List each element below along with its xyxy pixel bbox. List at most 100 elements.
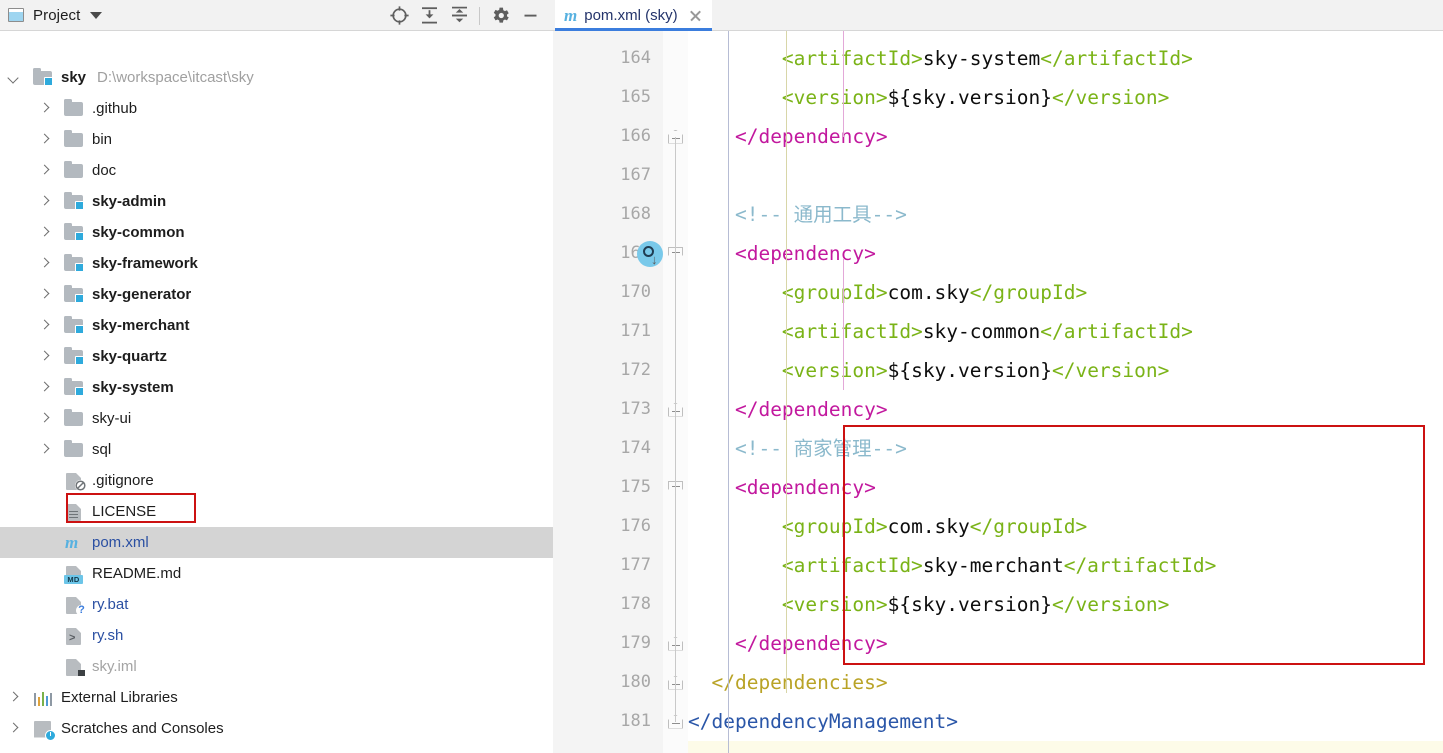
line-number: 171	[581, 312, 651, 351]
code-token: <artifactId>	[782, 47, 923, 70]
code-line[interactable]: <groupId>com.sky</groupId>	[688, 273, 1087, 312]
code-line[interactable]: <artifactId>sky-system</artifactId>	[688, 39, 1193, 78]
project-path: D:\workspace\itcast\sky	[97, 69, 254, 86]
code-token	[688, 671, 711, 694]
chevron-right-icon[interactable]	[8, 723, 19, 734]
code-token: </artifactId>	[1040, 47, 1193, 70]
code-line[interactable]: <version>${sky.version}</version>	[688, 351, 1169, 390]
locate-icon[interactable]	[384, 0, 414, 31]
code-text[interactable]: <groupId>com.sky</groupId> <artifactId>s…	[688, 31, 1443, 753]
maven-download-dependencies-icon[interactable]: ↓	[637, 241, 663, 267]
tree-item-label: .gitignore	[92, 472, 154, 489]
editor-tab-pom-xml[interactable]: m pom.xml (sky)	[555, 0, 712, 31]
tree-item-scratches-and-consoles[interactable]: Scratches and Consoles	[0, 713, 553, 744]
code-line[interactable]: <groupId>com.sky</groupId>	[688, 31, 1087, 39]
line-number: 175	[581, 468, 651, 507]
tree-item-sky-system[interactable]: sky-system	[0, 372, 553, 403]
code-token: </dependency>	[735, 398, 888, 421]
chevron-right-icon[interactable]	[39, 289, 50, 300]
code-line[interactable]: <groupId>com.sky</groupId>	[688, 507, 1087, 546]
code-line[interactable]: <dependency>	[688, 468, 876, 507]
code-line[interactable]: <artifactId>sky-common</artifactId>	[688, 312, 1193, 351]
folder-icon	[63, 440, 85, 460]
chevron-right-icon[interactable]	[39, 320, 50, 331]
tree-item-sky-generator[interactable]: sky-generator	[0, 279, 553, 310]
code-folding-gutter[interactable]	[663, 31, 688, 753]
tree-item-sky[interactable]: skyD:\workspace\itcast\sky	[0, 62, 553, 93]
libraries-icon	[32, 688, 54, 708]
tree-item-label: sky-framework	[92, 255, 198, 272]
chevron-right-icon[interactable]	[39, 196, 50, 207]
chevron-right-icon[interactable]	[39, 382, 50, 393]
tree-spacer	[39, 537, 50, 548]
code-line[interactable]: <!-- 商家管理-->	[688, 429, 907, 468]
gear-icon[interactable]	[485, 0, 515, 31]
code-token: <dependency>	[735, 476, 876, 499]
tree-item-sky-common[interactable]: sky-common	[0, 217, 553, 248]
tree-item-sky-framework[interactable]: sky-framework	[0, 248, 553, 279]
chevron-right-icon[interactable]	[8, 692, 19, 703]
tree-item-sky-admin[interactable]: sky-admin	[0, 186, 553, 217]
tree-item-bin[interactable]: bin	[0, 124, 553, 155]
tree-item-ry-bat[interactable]: ?ry.bat	[0, 589, 553, 620]
markdown-file-icon: MD	[63, 564, 85, 584]
tree-item-label: External Libraries	[61, 689, 178, 706]
module-folder-icon	[63, 316, 85, 336]
minimize-icon[interactable]	[515, 0, 545, 31]
chevron-right-icon[interactable]	[39, 351, 50, 362]
tree-item-label: README.md	[92, 565, 181, 582]
code-line[interactable]: <artifactId>sky-merchant</artifactId>	[688, 546, 1216, 585]
code-line[interactable]: </dependency>	[688, 390, 888, 429]
code-line[interactable]: <dependency>	[688, 234, 876, 273]
code-token	[688, 593, 782, 616]
chevron-right-icon[interactable]	[39, 413, 50, 424]
line-number: 168	[581, 195, 651, 234]
code-line[interactable]: <version>${sky.version}</version>	[688, 585, 1169, 624]
code-token: ${sky.version}	[888, 359, 1052, 382]
code-token: </version>	[1052, 359, 1169, 382]
chevron-right-icon[interactable]	[39, 444, 50, 455]
tree-item-sky-ui[interactable]: sky-ui	[0, 403, 553, 434]
tree-item-github[interactable]: .github	[0, 93, 553, 124]
tree-item-readme-md[interactable]: MD README.md	[0, 558, 553, 589]
tree-item-pom-xml[interactable]: mpom.xml	[0, 527, 553, 558]
tree-item-label: sky-merchant	[92, 317, 190, 334]
code-editor[interactable]: 1631641651661671681691701711721731741751…	[553, 31, 1443, 753]
code-line[interactable]: </dependency>	[688, 624, 888, 663]
tree-item-doc[interactable]: doc	[0, 155, 553, 186]
tree-item-sky-merchant[interactable]: sky-merchant	[0, 310, 553, 341]
tree-item-label: sky-quartz	[92, 348, 167, 365]
fold-connector-line	[675, 254, 677, 410]
chevron-right-icon[interactable]	[39, 134, 50, 145]
chevron-down-icon[interactable]	[90, 12, 102, 19]
code-token: <groupId>	[782, 515, 888, 538]
expand-all-icon[interactable]	[414, 0, 444, 31]
tree-item-license[interactable]: LICENSE	[0, 496, 553, 527]
tree-item-ry-sh[interactable]: >ry.sh	[0, 620, 553, 651]
close-icon[interactable]	[688, 8, 703, 23]
tree-item-label: sky-system	[92, 379, 174, 396]
tree-item-gitignore[interactable]: .gitignore	[0, 465, 553, 496]
tree-item-sky-iml[interactable]: sky.iml	[0, 651, 553, 682]
line-number: 181	[581, 702, 651, 741]
collapse-all-icon[interactable]	[444, 0, 474, 31]
chevron-right-icon[interactable]	[39, 165, 50, 176]
tree-item-sql[interactable]: sql	[0, 434, 553, 465]
chevron-down-icon[interactable]	[8, 72, 19, 83]
code-line[interactable]: </dependencies>	[688, 663, 888, 702]
text-file-icon	[63, 502, 85, 522]
code-token: </groupId>	[970, 515, 1087, 538]
code-line[interactable]: <version>${sky.version}</version>	[688, 78, 1169, 117]
chevron-right-icon[interactable]	[39, 103, 50, 114]
line-number: 177	[581, 546, 651, 585]
code-line[interactable]: <!-- 通用工具-->	[688, 195, 907, 234]
indent-guide	[843, 259, 844, 390]
code-line[interactable]: </dependency>	[688, 117, 888, 156]
tree-item-sky-quartz[interactable]: sky-quartz	[0, 341, 553, 372]
line-number-gutter: 1631641651661671681691701711721731741751…	[553, 31, 663, 753]
tree-item-external-libraries[interactable]: External Libraries	[0, 682, 553, 713]
chevron-right-icon[interactable]	[39, 258, 50, 269]
chevron-right-icon[interactable]	[39, 227, 50, 238]
folder-icon	[63, 130, 85, 150]
tree-item-label: pom.xml	[92, 534, 149, 551]
